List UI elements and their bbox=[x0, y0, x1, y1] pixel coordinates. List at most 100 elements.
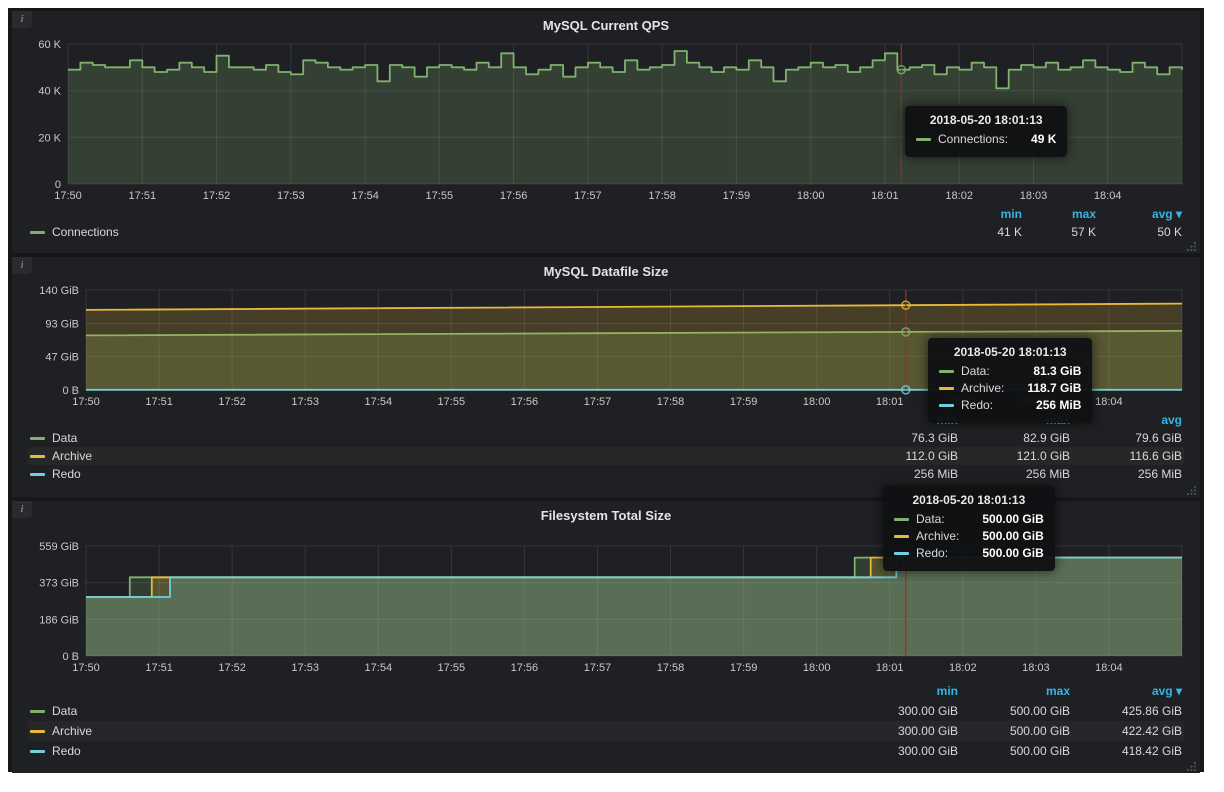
tooltip-row: Redo: 256 MiB bbox=[939, 398, 1081, 412]
tooltip-series-label: Data: bbox=[961, 364, 990, 378]
legend-label: Redo bbox=[52, 467, 81, 481]
tooltip-series-label: Redo: bbox=[916, 546, 948, 560]
svg-text:18:04: 18:04 bbox=[1095, 396, 1123, 408]
stat-min: 300.00 GiB bbox=[848, 721, 960, 741]
stat-max: 57 K bbox=[1024, 223, 1098, 241]
series-color-dash bbox=[894, 552, 909, 555]
svg-text:93 GiB: 93 GiB bbox=[45, 319, 79, 331]
svg-text:140 GiB: 140 GiB bbox=[39, 285, 79, 297]
legend-header-avg[interactable]: avg ▾ bbox=[1098, 205, 1184, 223]
chart-tooltip-filesystem: 2018-05-20 18:01:13 Data: 500.00 GiB Arc… bbox=[883, 486, 1055, 571]
legend-header-min[interactable]: min bbox=[950, 205, 1024, 223]
series-color-dash bbox=[30, 455, 45, 458]
legend-item-archive[interactable]: Archive bbox=[28, 721, 848, 741]
series-color-dash bbox=[30, 730, 45, 733]
panel-title[interactable]: MySQL Current QPS bbox=[22, 15, 1190, 37]
stat-avg: 425.86 GiB bbox=[1072, 701, 1184, 721]
panel-resize-handle[interactable] bbox=[1187, 241, 1197, 251]
panel-info-icon[interactable]: i bbox=[12, 501, 32, 518]
grafana-dashboard: i MySQL Current QPS 020 K40 K60 K17:5017… bbox=[8, 8, 1204, 772]
legend-header-max[interactable]: max bbox=[960, 681, 1072, 701]
stat-min: 112.0 GiB bbox=[848, 447, 960, 465]
svg-text:17:56: 17:56 bbox=[511, 662, 539, 674]
stat-max: 121.0 GiB bbox=[960, 447, 1072, 465]
svg-text:17:59: 17:59 bbox=[730, 662, 758, 674]
legend-item-redo[interactable]: Redo bbox=[28, 465, 848, 483]
svg-text:17:50: 17:50 bbox=[54, 190, 82, 202]
tooltip-series-value: 118.7 GiB bbox=[1011, 381, 1081, 395]
stat-max: 500.00 GiB bbox=[960, 741, 1072, 761]
tooltip-timestamp: 2018-05-20 18:01:13 bbox=[939, 345, 1081, 359]
stat-avg: 422.42 GiB bbox=[1072, 721, 1184, 741]
svg-text:18:01: 18:01 bbox=[876, 662, 904, 674]
legend-header-max[interactable]: max bbox=[1024, 205, 1098, 223]
svg-text:17:52: 17:52 bbox=[218, 662, 246, 674]
svg-text:18:03: 18:03 bbox=[1020, 190, 1048, 202]
stat-min: 300.00 GiB bbox=[848, 701, 960, 721]
stat-min: 256 MiB bbox=[848, 465, 960, 483]
svg-text:17:59: 17:59 bbox=[730, 396, 758, 408]
stat-max: 500.00 GiB bbox=[960, 721, 1072, 741]
tooltip-timestamp: 2018-05-20 18:01:13 bbox=[894, 493, 1044, 507]
stat-avg: 256 MiB bbox=[1072, 465, 1184, 483]
tooltip-timestamp: 2018-05-20 18:01:13 bbox=[916, 113, 1056, 127]
svg-text:17:54: 17:54 bbox=[365, 396, 393, 408]
svg-text:17:52: 17:52 bbox=[203, 190, 231, 202]
series-color-dash bbox=[939, 387, 954, 390]
stat-max: 82.9 GiB bbox=[960, 429, 1072, 447]
svg-text:17:57: 17:57 bbox=[574, 190, 602, 202]
svg-text:18:00: 18:00 bbox=[803, 396, 831, 408]
tooltip-series-label: Connections: bbox=[938, 132, 1008, 146]
legend-header-avg[interactable]: avg ▾ bbox=[1072, 681, 1184, 701]
series-color-dash bbox=[30, 750, 45, 753]
svg-text:186 GiB: 186 GiB bbox=[39, 614, 79, 626]
legend-label: Redo bbox=[52, 744, 81, 758]
svg-text:18:02: 18:02 bbox=[949, 662, 977, 674]
legend-item-data[interactable]: Data bbox=[28, 701, 848, 721]
chart-tooltip-qps: 2018-05-20 18:01:13 Connections: 49 K bbox=[905, 106, 1067, 157]
svg-text:17:56: 17:56 bbox=[511, 396, 539, 408]
legend-item-redo[interactable]: Redo bbox=[28, 741, 848, 761]
filesystem-legend-table: min max avg ▾ Data 300.00 GiB 500.00 GiB… bbox=[22, 680, 1190, 761]
stat-avg: 79.6 GiB bbox=[1072, 429, 1184, 447]
svg-text:40 K: 40 K bbox=[38, 86, 61, 98]
svg-text:17:53: 17:53 bbox=[291, 396, 319, 408]
stat-max: 256 MiB bbox=[960, 465, 1072, 483]
svg-text:18:03: 18:03 bbox=[1022, 662, 1050, 674]
svg-text:17:50: 17:50 bbox=[72, 396, 100, 408]
legend-item-connections[interactable]: Connections bbox=[28, 223, 950, 241]
tooltip-row: Archive: 118.7 GiB bbox=[939, 381, 1081, 395]
stat-avg: 116.6 GiB bbox=[1072, 447, 1184, 465]
svg-text:17:50: 17:50 bbox=[72, 662, 100, 674]
svg-text:47 GiB: 47 GiB bbox=[45, 351, 79, 363]
panel-title[interactable]: MySQL Datafile Size bbox=[22, 261, 1190, 283]
tooltip-row: Data: 81.3 GiB bbox=[939, 364, 1081, 378]
svg-text:17:52: 17:52 bbox=[218, 396, 246, 408]
panel-resize-handle[interactable] bbox=[1187, 485, 1197, 495]
legend-label: Data bbox=[52, 704, 77, 718]
series-color-dash bbox=[30, 710, 45, 713]
panel-info-icon[interactable]: i bbox=[12, 11, 32, 28]
svg-text:17:54: 17:54 bbox=[365, 662, 393, 674]
legend-label: Data bbox=[52, 431, 77, 445]
tooltip-row: Redo: 500.00 GiB bbox=[894, 546, 1044, 560]
svg-text:17:51: 17:51 bbox=[145, 662, 173, 674]
series-color-dash bbox=[30, 473, 45, 476]
tooltip-series-label: Archive: bbox=[916, 529, 959, 543]
legend-header-min[interactable]: min bbox=[848, 681, 960, 701]
svg-text:559 GiB: 559 GiB bbox=[39, 541, 79, 553]
svg-text:17:57: 17:57 bbox=[584, 662, 612, 674]
tooltip-series-value: 500.00 GiB bbox=[966, 512, 1043, 526]
series-color-dash bbox=[30, 437, 45, 440]
legend-label: Archive bbox=[52, 449, 92, 463]
panel-info-icon[interactable]: i bbox=[12, 257, 32, 274]
svg-text:18:00: 18:00 bbox=[797, 190, 825, 202]
series-color-dash bbox=[30, 231, 45, 234]
svg-text:18:04: 18:04 bbox=[1094, 190, 1122, 202]
tooltip-row: Connections: 49 K bbox=[916, 132, 1056, 146]
legend-item-data[interactable]: Data bbox=[28, 429, 848, 447]
legend-item-archive[interactable]: Archive bbox=[28, 447, 848, 465]
svg-text:18:04: 18:04 bbox=[1095, 662, 1123, 674]
series-color-dash bbox=[939, 404, 954, 407]
panel-resize-handle[interactable] bbox=[1187, 761, 1197, 771]
